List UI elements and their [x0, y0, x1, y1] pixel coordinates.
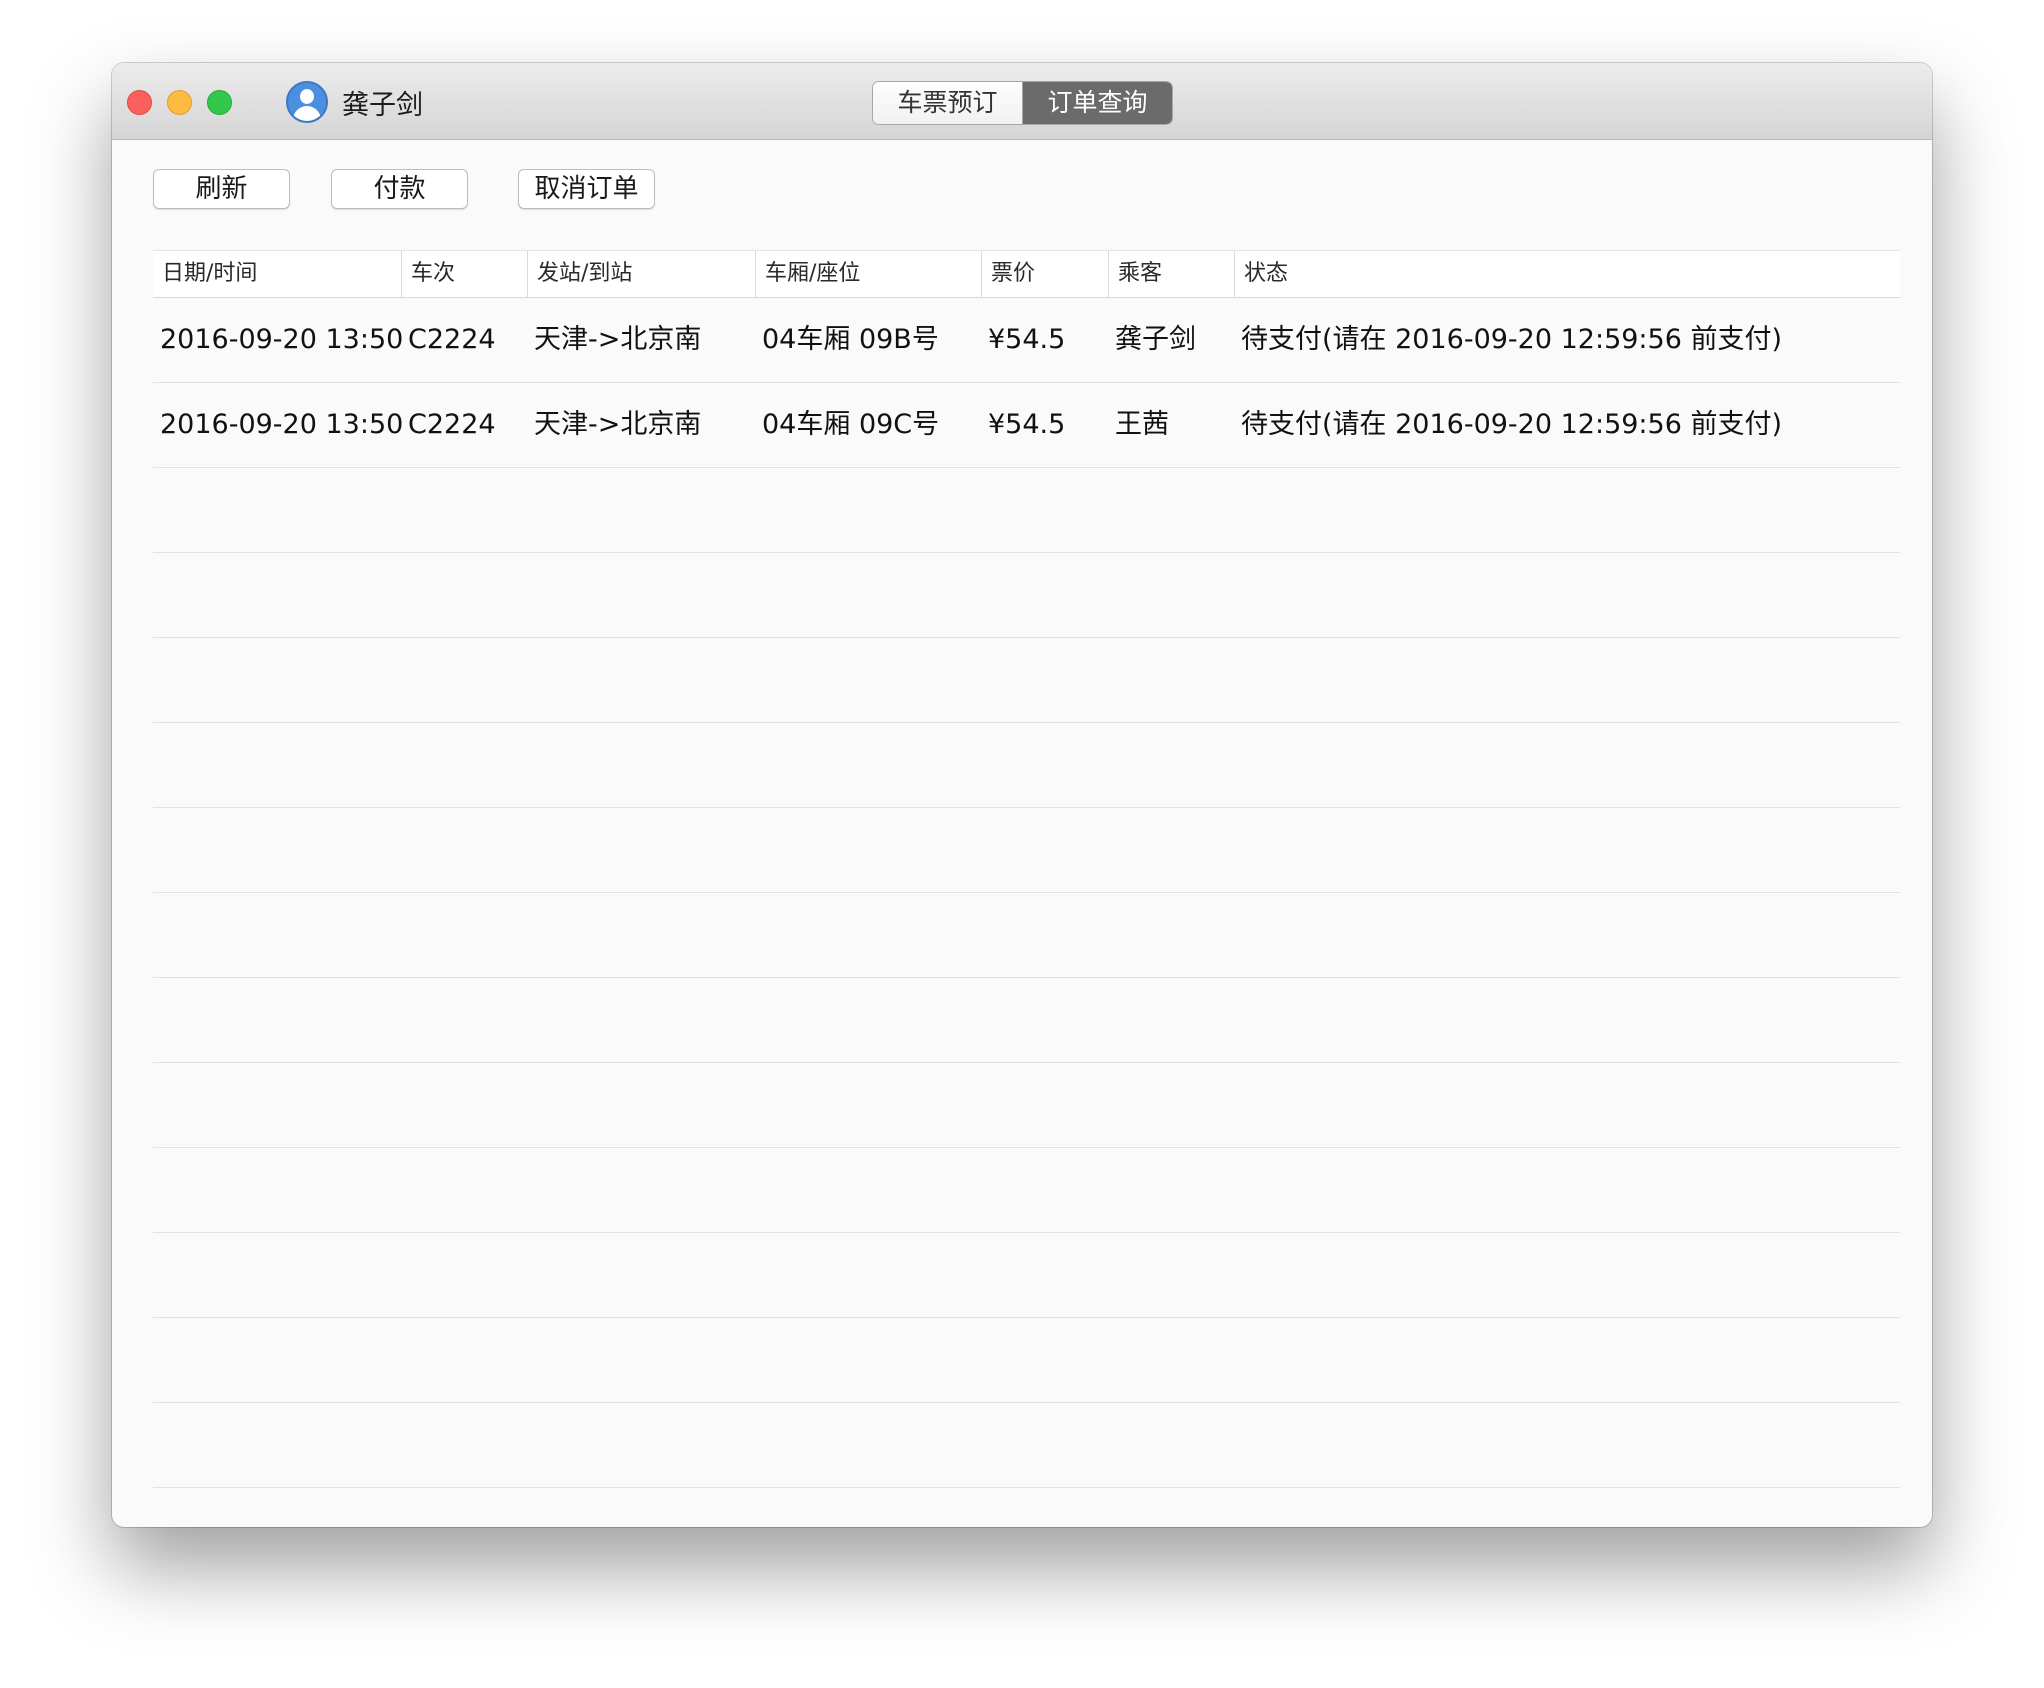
empty-row [153, 1148, 1900, 1233]
table-header: 日期/时间 车次 发站/到站 车厢/座位 票价 乘客 状态 [153, 250, 1900, 298]
empty-row [153, 723, 1900, 808]
empty-row [153, 893, 1900, 978]
user-name: 龚子剑 [342, 89, 423, 121]
empty-row [153, 978, 1900, 1063]
empty-row [153, 1318, 1900, 1403]
close-window-button[interactable] [127, 90, 152, 115]
empty-row [153, 468, 1900, 553]
cell-train: C2224 [408, 324, 496, 355]
empty-row [153, 808, 1900, 893]
cell-price: ¥54.5 [988, 409, 1066, 440]
refresh-button[interactable]: 刷新 [153, 169, 290, 209]
cell-status: 待支付(请在 2016-09-20 12:59:56 前支付) [1241, 409, 1782, 440]
orders-table: 日期/时间 车次 发站/到站 车厢/座位 票价 乘客 状态 2016-09-20… [153, 250, 1900, 1488]
column-header-train[interactable]: 车次 [401, 251, 527, 297]
empty-row [153, 1403, 1900, 1488]
cell-train: C2224 [408, 409, 496, 440]
cell-seat: 04车厢 09B号 [762, 324, 939, 355]
user-info: 龚子剑 [286, 81, 423, 123]
user-avatar-icon [286, 81, 328, 123]
cell-passenger: 王茜 [1115, 409, 1169, 440]
empty-row [153, 1233, 1900, 1318]
pay-button[interactable]: 付款 [331, 169, 468, 209]
column-header-price[interactable]: 票价 [981, 251, 1108, 297]
cell-route: 天津->北京南 [534, 324, 702, 355]
cell-price: ¥54.5 [988, 324, 1066, 355]
empty-row [153, 1063, 1900, 1148]
tab-ticket-booking[interactable]: 车票预订 [873, 82, 1022, 124]
column-header-datetime[interactable]: 日期/时间 [153, 251, 401, 297]
column-header-route[interactable]: 发站/到站 [527, 251, 755, 297]
cell-status: 待支付(请在 2016-09-20 12:59:56 前支付) [1241, 324, 1782, 355]
app-window: 龚子剑 车票预订 订单查询 刷新 付款 取消订单 日期/时间 车次 发站/到站 … [112, 63, 1932, 1527]
table-row[interactable]: 2016-09-20 13:50 C2224 天津->北京南 04车厢 09B号… [153, 298, 1900, 383]
title-bar[interactable]: 龚子剑 车票预订 订单查询 [112, 63, 1932, 140]
cell-seat: 04车厢 09C号 [762, 409, 940, 440]
table-row[interactable]: 2016-09-20 13:50 C2224 天津->北京南 04车厢 09C号… [153, 383, 1900, 468]
minimize-window-button[interactable] [167, 90, 192, 115]
cell-datetime: 2016-09-20 13:50 [160, 324, 404, 355]
tab-order-query[interactable]: 订单查询 [1022, 82, 1172, 124]
maximize-window-button[interactable] [207, 90, 232, 115]
cell-passenger: 龚子剑 [1115, 324, 1196, 355]
cell-route: 天津->北京南 [534, 409, 702, 440]
view-switcher: 车票预订 订单查询 [872, 81, 1173, 125]
cancel-order-button[interactable]: 取消订单 [518, 169, 655, 209]
column-header-seat[interactable]: 车厢/座位 [755, 251, 981, 297]
column-header-status[interactable]: 状态 [1234, 251, 1900, 297]
column-header-passenger[interactable]: 乘客 [1108, 251, 1234, 297]
cell-datetime: 2016-09-20 13:50 [160, 409, 404, 440]
empty-row [153, 553, 1900, 638]
empty-row [153, 638, 1900, 723]
